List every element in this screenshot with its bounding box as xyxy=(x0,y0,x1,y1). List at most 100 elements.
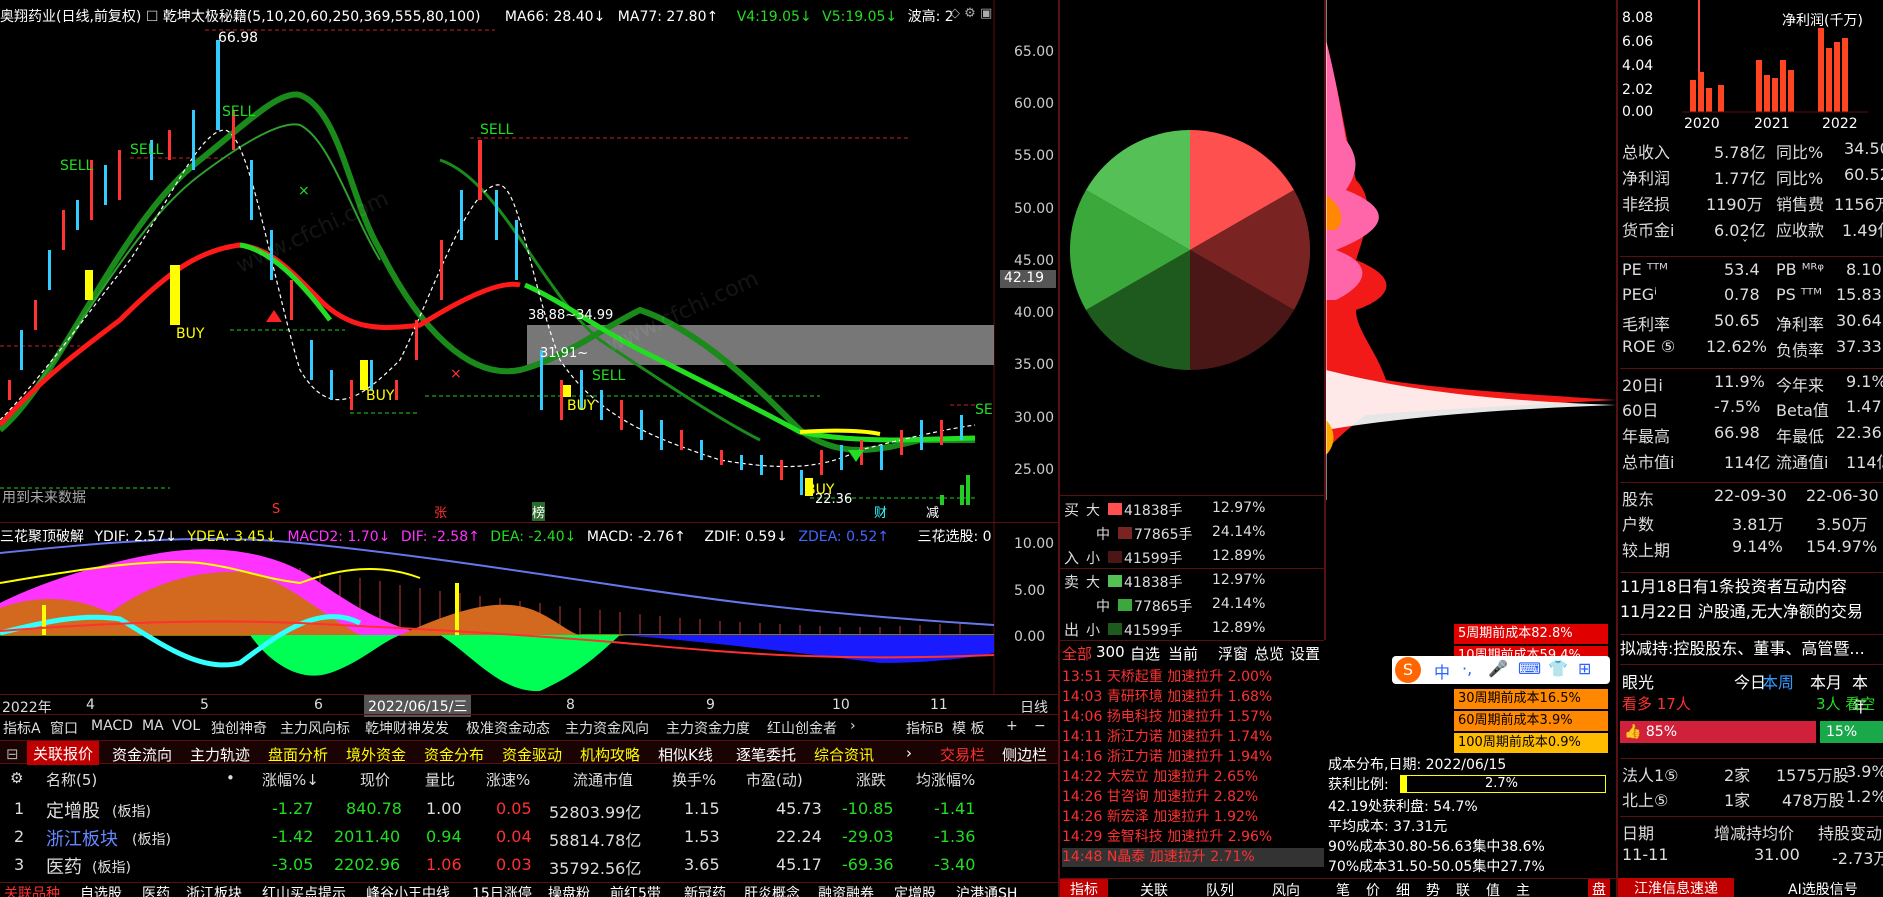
tab-scroll-right-icon[interactable]: › xyxy=(850,718,856,734)
event-marker[interactable]: 张 xyxy=(434,502,447,521)
alert-item-selected[interactable]: 14:48 N晶泰 加速拉升 2.71% xyxy=(1062,848,1324,867)
event-marker[interactable]: 减 xyxy=(926,502,939,521)
group-tab[interactable]: 前红5带 xyxy=(610,883,661,897)
alert-item[interactable]: 14:11 浙江力诺 加速拉升 1.74% xyxy=(1062,728,1324,747)
tab-fund-distribution[interactable]: 资金分布 xyxy=(424,744,484,765)
gear-icon[interactable]: ⚙ xyxy=(964,6,976,21)
tab-trend[interactable]: 势 xyxy=(1426,880,1440,897)
alert-item[interactable]: 14:22 大宏立 加速拉升 2.65% xyxy=(1062,768,1324,787)
event-marker[interactable]: S xyxy=(272,502,280,517)
tab-fund-drive[interactable]: 资金驱动 xyxy=(502,744,562,765)
tab-queue[interactable]: 队列 xyxy=(1206,880,1234,897)
indicator-b-tab[interactable]: 指标B xyxy=(906,718,944,738)
indicator-tab[interactable]: 红山创金者 xyxy=(767,718,837,738)
group-tab[interactable]: 自选股 xyxy=(80,883,122,897)
add-indicator-button[interactable]: + xyxy=(1006,718,1018,734)
indicator-name[interactable]: 乾坤太极秘籍 xyxy=(163,9,247,25)
ime-punctuation-icon[interactable]: ·, xyxy=(1462,659,1472,678)
alert-item[interactable]: 14:26 新宏泽 加速拉升 1.92% xyxy=(1062,808,1324,827)
tab-board[interactable]: 盘 xyxy=(1588,879,1610,897)
row-name[interactable]: 医药 xyxy=(46,853,82,879)
header-change[interactable]: 涨幅%↓ xyxy=(262,769,319,790)
macd-panel[interactable] xyxy=(0,522,1058,695)
tab-tick[interactable]: 笔 xyxy=(1336,880,1350,897)
alert-tab-settings[interactable]: 设置 xyxy=(1290,643,1320,664)
group-tab[interactable]: 定增股 xyxy=(894,883,936,897)
alert-item[interactable]: 13:51 天桥起重 加速拉升 2.00% xyxy=(1062,668,1324,687)
group-tab[interactable]: 医药 xyxy=(142,883,170,897)
expand-chevron-icon[interactable]: ˇ xyxy=(1742,238,1748,252)
tab-this-week[interactable]: 本周 xyxy=(1762,669,1794,693)
indicator-tab[interactable]: 主力风向标 xyxy=(280,718,350,738)
alert-tab-float[interactable]: 浮窗 xyxy=(1218,643,1248,664)
ime-logo-icon[interactable]: S xyxy=(1395,657,1421,683)
tab-main[interactable]: 主 xyxy=(1516,880,1530,897)
macd-chart[interactable] xyxy=(0,523,1058,695)
header-name[interactable]: 名称(5) xyxy=(46,769,97,790)
table-row[interactable]: 3 医药 (板指) -3.05 2202.96 1.06 0.03 35792.… xyxy=(0,850,1058,880)
kline-panel[interactable]: × × xyxy=(0,0,1058,525)
news-feed-tab[interactable]: 江淮信息速递 xyxy=(1618,878,1734,897)
settings-icon[interactable]: ◇ xyxy=(950,6,960,21)
hk-connect-news[interactable]: 11月22日 沪股通,无大净额的交易 xyxy=(1620,598,1883,622)
investor-news[interactable]: 11月18日有1条投资者互动内容 xyxy=(1620,572,1883,597)
stock-title[interactable]: 奥翔药业(日线,前复权) xyxy=(0,9,141,25)
header-avg[interactable]: 均涨幅% xyxy=(916,769,975,790)
alert-item[interactable]: 14:16 浙江力诺 加速拉升 1.94% xyxy=(1062,748,1324,767)
tab-news[interactable]: 综合资讯 xyxy=(814,744,874,765)
group-tab[interactable]: 峰谷小王中线 xyxy=(366,883,450,897)
ime-toolbar[interactable]: S 中 ·, 🎤 ⌨ 👕 ⊞ xyxy=(1392,656,1610,684)
alert-tab-watchlist[interactable]: 自选 xyxy=(1130,643,1160,664)
indicator-tab[interactable]: MA xyxy=(142,718,164,734)
tab-tick-order[interactable]: 逐笔委托 xyxy=(736,744,796,765)
alert-item[interactable]: 14:29 金智科技 加速拉升 2.96% xyxy=(1062,828,1324,847)
tab-price[interactable]: 价 xyxy=(1366,880,1380,897)
microphone-icon[interactable]: 🎤 xyxy=(1488,659,1508,678)
tab-this-month[interactable]: 本月 xyxy=(1810,669,1842,693)
macd-indicator-name[interactable]: 三花聚顶破解 xyxy=(0,529,84,545)
ime-chinese-mode[interactable]: 中 xyxy=(1434,659,1450,683)
tab-link[interactable]: 联 xyxy=(1456,880,1470,897)
cost-distribution-chart[interactable] xyxy=(1326,0,1616,640)
group-tab[interactable]: 沪港通SH xyxy=(956,883,1017,897)
tab-scroll-right-icon[interactable]: › xyxy=(906,744,912,762)
header-speed[interactable]: 涨速% xyxy=(486,769,530,790)
group-tab[interactable]: 关联品种 xyxy=(4,883,60,897)
indicator-tab[interactable]: 独创神奇 xyxy=(211,718,267,738)
alert-item[interactable]: 14:06 扬电科技 加速拉升 1.57% xyxy=(1062,708,1324,727)
tab-market-analysis[interactable]: 盘面分析 xyxy=(268,744,328,765)
tab-detail[interactable]: 细 xyxy=(1396,880,1410,897)
indicator-tab[interactable]: 主力资金风向 xyxy=(565,718,649,738)
alert-tab-overview[interactable]: 总览 xyxy=(1254,643,1284,664)
alert-item[interactable]: 14:26 甘咨询 加速拉升 2.82% xyxy=(1062,788,1324,807)
group-tab[interactable]: 15日涨停 xyxy=(472,883,532,897)
tab-indicator[interactable]: 指标 xyxy=(1060,879,1108,897)
header-turnover[interactable]: 换手% xyxy=(672,769,716,790)
tab-main-track[interactable]: 主力轨迹 xyxy=(190,744,250,765)
row-name[interactable]: 浙江板块 xyxy=(46,825,118,851)
header-diff[interactable]: 涨跌 xyxy=(856,769,886,790)
sidebar-button[interactable]: 侧边栏 xyxy=(1002,744,1047,765)
indicator-tab[interactable]: 指标A xyxy=(3,718,41,738)
header-mcap[interactable]: 流通市值 xyxy=(573,769,633,790)
indicator-tab[interactable]: 窗口 xyxy=(50,718,78,738)
tab-institution[interactable]: 机构攻略 xyxy=(580,744,640,765)
chart-indicator-dropdown-icon[interactable]: ☐ xyxy=(146,9,159,25)
header-pe[interactable]: 市盈(动) xyxy=(746,769,803,790)
header-vol-ratio[interactable]: 量比 xyxy=(425,769,455,790)
group-tab[interactable]: 操盘粉 xyxy=(548,883,590,897)
trade-bar-button[interactable]: 交易栏 xyxy=(940,744,985,765)
group-tab[interactable]: 融资融券 xyxy=(818,883,874,897)
group-tab[interactable]: 红山买点提示 xyxy=(262,883,346,897)
group-tab[interactable]: 新冠药 xyxy=(684,883,726,897)
tab-fund-flow[interactable]: 资金流向 xyxy=(112,744,172,765)
remove-indicator-button[interactable]: − xyxy=(1034,718,1046,734)
tab-value[interactable]: 值 xyxy=(1486,880,1500,897)
maximize-icon[interactable]: ▣ xyxy=(980,6,992,21)
event-marker[interactable]: 榜 xyxy=(532,502,546,521)
group-tab[interactable]: 浙江板块 xyxy=(186,883,242,897)
skin-icon[interactable]: 👕 xyxy=(1548,659,1568,678)
table-row[interactable]: 2 浙江板块 (板指) -1.42 2011.40 0.94 0.04 5881… xyxy=(0,822,1058,852)
tab-wind[interactable]: 风向 xyxy=(1272,880,1300,897)
event-marker[interactable]: 财 xyxy=(874,502,887,521)
